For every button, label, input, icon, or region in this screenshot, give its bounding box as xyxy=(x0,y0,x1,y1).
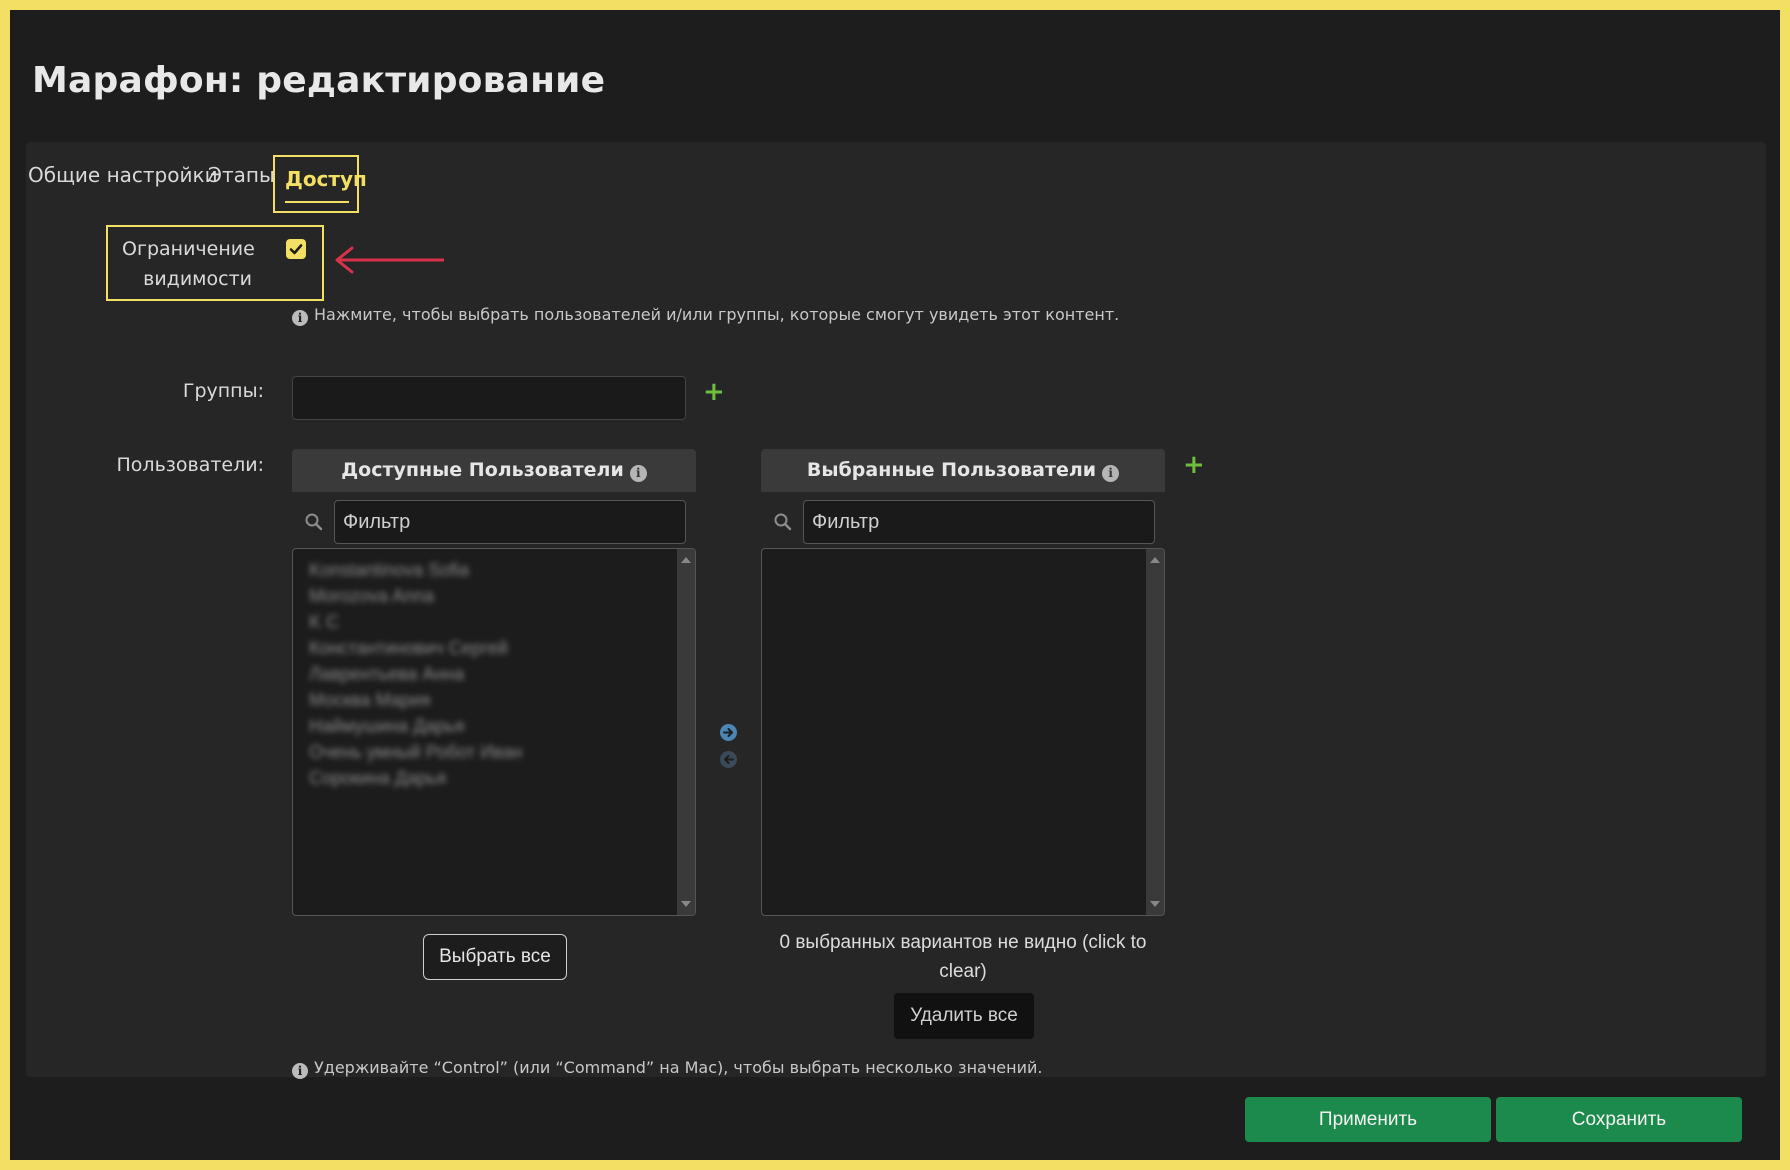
users-label: Пользователи: xyxy=(116,454,264,476)
apply-button[interactable]: Применить xyxy=(1245,1097,1491,1142)
list-item[interactable]: Сорокина Дарья xyxy=(309,765,522,791)
list-item[interactable]: Москва Мария xyxy=(309,687,522,713)
list-item[interactable]: Morozova Anna xyxy=(309,583,522,609)
tab-stages[interactable]: Этапы xyxy=(208,163,275,187)
available-users-list[interactable]: Konstantinova Sofia Morozova Anna K C Конст… xyxy=(292,548,696,916)
search-icon xyxy=(774,513,792,531)
list-item[interactable]: K C xyxy=(309,609,522,635)
chosen-users-title: Выбранные Пользователи xyxy=(806,459,1097,481)
scroll-down-icon[interactable] xyxy=(681,901,691,907)
active-tab-underline xyxy=(285,201,349,203)
red-arrow-icon xyxy=(335,246,444,274)
arrow-right-circle-icon[interactable] xyxy=(720,724,737,741)
select-users-hint: i Нажмите, чтобы выбрать пользователей и/… xyxy=(292,305,1119,326)
available-users-selector: Доступные Пользователи i Konstantinova So… xyxy=(292,449,696,916)
chosen-filter-row xyxy=(761,492,1165,548)
groups-label: Группы: xyxy=(182,380,264,402)
info-icon: i xyxy=(292,1063,308,1079)
chosen-scrollbar[interactable] xyxy=(1146,549,1164,915)
visibility-checkbox[interactable] xyxy=(286,239,306,259)
available-users-title: Доступные Пользователи xyxy=(341,459,624,481)
tab-general-settings[interactable]: Общие настройки xyxy=(28,163,218,187)
chosen-users-header: Выбранные Пользователи i xyxy=(761,449,1165,492)
save-button[interactable]: Сохранить xyxy=(1496,1097,1742,1142)
tab-access[interactable]: Доступ xyxy=(285,167,367,191)
list-item[interactable]: Очень умный Робот Иван xyxy=(309,739,522,765)
tab-access-highlight: Доступ xyxy=(273,155,367,213)
chosen-filter-input[interactable] xyxy=(803,500,1155,544)
chosen-users-selector: Выбранные Пользователи i xyxy=(761,449,1165,916)
info-icon[interactable]: i xyxy=(1102,465,1120,482)
available-filter-row xyxy=(292,492,696,548)
arrow-right-glyph xyxy=(723,728,733,737)
multi-select-hint-text: Удерживайте “Control” (или “Command” на … xyxy=(314,1058,1043,1077)
list-item[interactable]: Константинович Сергей xyxy=(309,635,522,661)
chosen-users-list[interactable] xyxy=(761,548,1165,916)
arrow-left-glyph xyxy=(724,755,734,764)
available-scrollbar[interactable] xyxy=(677,549,695,915)
multi-select-hint: i Удерживайте “Control” (или “Command” на… xyxy=(292,1058,1042,1079)
list-item[interactable]: Konstantinova Sofia xyxy=(309,557,522,583)
select-users-hint-text: Нажмите, чтобы выбрать пользователей и/и… xyxy=(314,305,1120,324)
list-item[interactable]: Лаврентьева Анна xyxy=(309,661,522,687)
available-filter-input[interactable] xyxy=(334,500,686,544)
available-users-header: Доступные Пользователи i xyxy=(292,449,696,492)
hidden-selected-note[interactable]: 0 выбранных вариантов не видно (click to… xyxy=(761,928,1165,986)
available-users-items: Konstantinova Sofia Morozova Anna K C Конст… xyxy=(309,557,522,791)
visibility-label: Ограничение видимости xyxy=(122,238,255,290)
select-all-button[interactable]: Выбрать все xyxy=(423,934,567,980)
info-icon[interactable]: i xyxy=(629,465,647,482)
arrow-left-circle-icon[interactable] xyxy=(720,751,737,768)
move-controls xyxy=(720,724,737,778)
scroll-up-icon[interactable] xyxy=(1150,557,1160,563)
info-icon: i xyxy=(292,310,308,326)
list-item[interactable]: Наймушина Дарья xyxy=(309,713,522,739)
remove-all-button[interactable]: Удалить все xyxy=(894,993,1034,1039)
scroll-up-icon[interactable] xyxy=(681,557,691,563)
add-group-plus-icon[interactable]: + xyxy=(703,379,725,405)
groups-input[interactable] xyxy=(292,376,686,420)
checkmark-icon xyxy=(289,244,303,255)
add-user-plus-icon[interactable]: + xyxy=(1183,452,1205,478)
scroll-down-icon[interactable] xyxy=(1150,901,1160,907)
visibility-highlight: Ограничение видимости xyxy=(106,225,324,301)
search-icon xyxy=(305,513,323,531)
page-title: Марафон: редактирование xyxy=(32,60,606,101)
